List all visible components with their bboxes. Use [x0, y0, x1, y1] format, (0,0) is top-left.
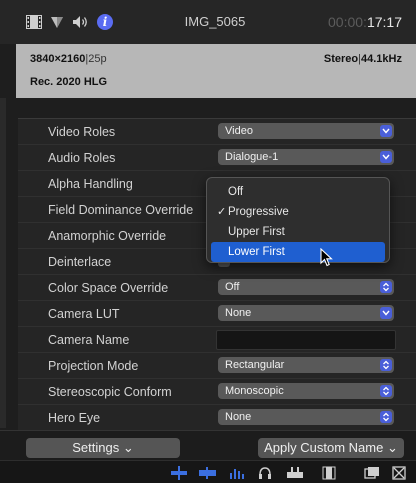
audio-lanes-icon[interactable]	[228, 466, 246, 480]
frame-rate: 25p	[88, 53, 107, 65]
audio-summary: Stereo|44.1kHz	[323, 53, 402, 65]
row-label: Alpha Handling	[48, 177, 133, 191]
up-down-arrows-icon	[380, 385, 392, 397]
menu-item-upper-first[interactable]: Upper First	[211, 222, 385, 242]
clip-appearance-icon[interactable]	[170, 466, 188, 480]
timecode: 00:00:17:17	[328, 14, 402, 30]
row-label: Hero Eye	[48, 411, 101, 425]
settings-list: Video Roles Video Audio Roles Dialogue-1…	[18, 118, 416, 431]
audio-roles-popup[interactable]: Dialogue-1	[218, 149, 394, 165]
popup-value: Dialogue-1	[225, 151, 279, 163]
field-dominance-menu: Off ✓ Progressive Upper First Lower Firs…	[206, 177, 390, 263]
effects-browser-icon[interactable]	[392, 466, 406, 480]
menu-item-lower-first[interactable]: Lower First	[211, 242, 385, 262]
projection-mode-popup[interactable]: Rectangular	[218, 357, 394, 373]
up-down-arrows-icon	[380, 281, 392, 293]
waveform-icon[interactable]	[198, 466, 218, 480]
menu-item-progressive[interactable]: ✓ Progressive	[211, 202, 385, 222]
row-camera-lut: Camera LUT None	[18, 301, 416, 327]
row-label: Video Roles	[48, 125, 116, 139]
row-stereoscopic-conform: Stereoscopic Conform Monoscopic	[18, 379, 416, 405]
resolution-summary: 3840×2160|25p	[30, 53, 107, 65]
menu-item-off[interactable]: Off	[211, 182, 385, 202]
row-audio-roles: Audio Roles Dialogue-1	[18, 145, 416, 171]
speaker-icon[interactable]	[72, 14, 90, 30]
clip-name: IMG_5065	[184, 14, 246, 29]
stereoscopic-conform-popup[interactable]: Monoscopic	[218, 383, 394, 399]
chevron-down-icon	[380, 125, 392, 137]
camera-lut-popup[interactable]: None	[218, 305, 394, 321]
left-edge	[0, 98, 6, 428]
mouse-cursor-icon	[320, 248, 333, 267]
apply-custom-name-button[interactable]: Apply Custom Name ⌄	[258, 438, 404, 458]
video-roles-popup[interactable]: Video	[218, 123, 394, 139]
row-label: Camera LUT	[48, 307, 120, 321]
row-label: Field Dominance Override	[48, 203, 194, 217]
checkmark-icon: ✓	[217, 206, 227, 218]
up-down-arrows-icon	[380, 359, 392, 371]
row-camera-name: Camera Name	[18, 327, 416, 353]
row-label: Projection Mode	[48, 359, 139, 373]
hero-eye-popup[interactable]: None	[218, 409, 394, 425]
settings-button[interactable]: Settings ⌄	[26, 438, 180, 458]
chevron-down-icon	[380, 151, 392, 163]
inspector-header: i IMG_5065 00:00:17:17	[0, 0, 416, 44]
snapping-icon[interactable]	[286, 466, 304, 480]
resolution: 3840×2160	[30, 53, 86, 65]
sample-rate: 44.1kHz	[361, 53, 402, 65]
timecode-dim: 00:00:	[328, 14, 367, 30]
popup-value: Video	[225, 125, 253, 137]
camera-name-field[interactable]	[216, 330, 396, 350]
row-label: Stereoscopic Conform	[48, 385, 172, 399]
info-icon[interactable]: i	[97, 14, 113, 30]
audio-channels: Stereo	[323, 53, 359, 65]
timeline-toolbar	[0, 460, 416, 483]
chevron-down-icon	[380, 307, 392, 319]
film-strip-icon[interactable]	[322, 466, 336, 480]
row-label: Camera Name	[48, 333, 130, 347]
row-hero-eye: Hero Eye None	[18, 405, 416, 431]
popup-value: Rectangular	[225, 359, 285, 371]
color-inspector-icon[interactable]	[50, 14, 64, 30]
clip-summary: 3840×2160|25p Stereo|44.1kHz Rec. 2020 H…	[16, 44, 416, 98]
row-label: Deinterlace	[48, 255, 112, 269]
headphones-icon[interactable]	[258, 466, 272, 480]
color-space-override-popup[interactable]: Off	[218, 279, 394, 295]
row-label: Anamorphic Override	[48, 229, 167, 243]
transitions-icon[interactable]	[364, 466, 380, 480]
row-label: Color Space Override	[48, 281, 169, 295]
film-icon[interactable]	[26, 14, 42, 30]
popup-value: Monoscopic	[225, 385, 284, 397]
popup-value: None	[225, 411, 252, 423]
row-color-space-override: Color Space Override Off	[18, 275, 416, 301]
row-label: Audio Roles	[48, 151, 116, 165]
timecode-bright: 17:17	[366, 14, 402, 30]
row-video-roles: Video Roles Video	[18, 119, 416, 145]
row-projection-mode: Projection Mode Rectangular	[18, 353, 416, 379]
popup-value: Off	[225, 281, 240, 293]
color-space: Rec. 2020 HLG	[30, 76, 108, 88]
popup-value: None	[225, 307, 252, 319]
inspector-footer: Settings ⌄ Apply Custom Name ⌄	[0, 430, 416, 460]
up-down-arrows-icon	[380, 411, 392, 423]
